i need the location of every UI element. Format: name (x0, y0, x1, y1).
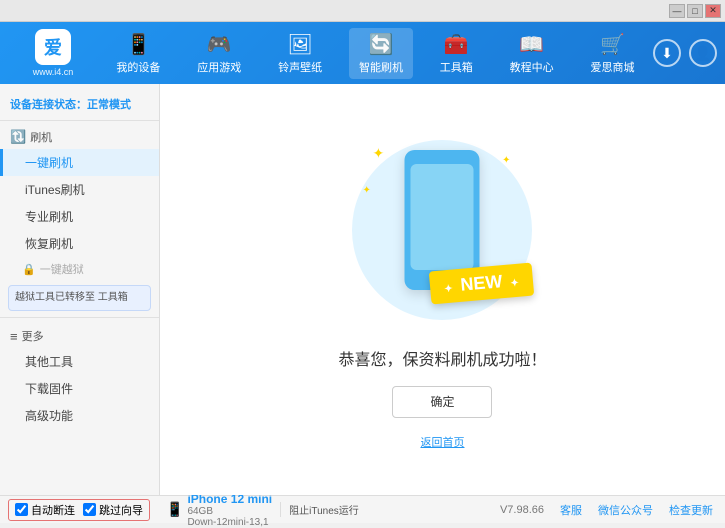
more-section-header: ≡ 更多 (0, 324, 159, 348)
sidebar-item-restore[interactable]: 恢复刷机 (0, 230, 159, 257)
more-section-label: 更多 (22, 328, 44, 344)
autoclose-label: 自动断连 (31, 502, 75, 518)
nav-wallpaper-label: 铃声壁纸 (278, 59, 322, 75)
window-controls: — □ ✕ (669, 4, 721, 18)
new-badge-text: NEW (459, 271, 503, 295)
checkupdate-link[interactable]: 检查更新 (669, 502, 713, 518)
logo-site-name: www.i4.cn (33, 67, 74, 77)
nav-mydevice-icon: 📱 (126, 32, 151, 57)
close-button[interactable]: ✕ (705, 4, 721, 18)
wechat-link[interactable]: 微信公众号 (598, 502, 653, 518)
nav-mydevice-label: 我的设备 (116, 59, 160, 75)
more-section-icon: ≡ (10, 329, 18, 344)
nav-wallpaper[interactable]: 🖼 铃声壁纸 (268, 28, 332, 79)
firmware-label: 下载固件 (25, 382, 73, 396)
phone-screen (411, 164, 474, 270)
nav-smartflash-label: 智能刷机 (359, 59, 403, 75)
header: 爱 www.i4.cn 📱 我的设备 🎮 应用游戏 🖼 铃声壁纸 🔄 智能刷机 … (0, 22, 725, 84)
wizard-checkbox[interactable] (83, 503, 96, 516)
connection-status: 设备连接状态：正常模式 (0, 92, 159, 121)
sidebar-jailbreak-grayed: 🔒 一键越狱 (0, 257, 159, 281)
sidebar: 设备连接状态：正常模式 🔃 刷机 一键刷机 iTunes刷机 专业刷机 恢复刷机… (0, 84, 160, 495)
nav-apps-icon: 🎮 (207, 32, 232, 57)
logo-icon: 爱 (35, 29, 71, 65)
support-link[interactable]: 客服 (560, 502, 582, 518)
othertools-label: 其他工具 (25, 355, 73, 369)
restore-label: 恢复刷机 (25, 237, 73, 251)
nav-mall[interactable]: 🛒 爱思商城 (580, 28, 644, 79)
nav-tools-icon: 🧰 (444, 32, 469, 57)
jailbreak-label: 一键越狱 (40, 261, 84, 277)
bottom-bar: 自动断连 跳过向导 📱 iPhone 12 mini 64GB Down-12m… (0, 495, 725, 523)
minimize-button[interactable]: — (669, 4, 685, 18)
nav-apps-label: 应用游戏 (197, 59, 241, 75)
sidebar-item-firmware[interactable]: 下载固件 (0, 375, 159, 402)
flash-section-label: 刷机 (30, 129, 52, 145)
sparkle-2: ✦ (502, 155, 510, 166)
device-info-section: 📱 iPhone 12 mini 64GB Down-12mini-13,1 阻… (158, 496, 488, 523)
success-message: 恭喜您，保资料刷机成功啦！ (338, 346, 546, 370)
flash-section-header: 🔃 刷机 (0, 125, 159, 149)
nav-tutorial[interactable]: 📖 教程中心 (500, 28, 564, 79)
wizard-checkbox-label[interactable]: 跳过向导 (83, 502, 143, 518)
success-area: ✦ ✦ ✦ NEW 恭喜您，保资料刷机成功啦！ 确定 返回首页 (338, 130, 546, 450)
wizard-label: 跳过向导 (99, 502, 143, 518)
nav-tools[interactable]: 🧰 工具箱 (430, 28, 483, 79)
autoclose-checkbox-label[interactable]: 自动断连 (15, 502, 75, 518)
status-value: 正常模式 (87, 99, 131, 111)
status-label: 设备连接状态： (10, 99, 87, 111)
nav-smartflash[interactable]: 🔄 智能刷机 (349, 28, 413, 79)
nav-tutorial-icon: 📖 (519, 32, 544, 57)
sidebar-divider-1 (0, 317, 159, 318)
user-button[interactable]: 👤 (689, 39, 717, 67)
back-to-home-link[interactable]: 返回首页 (420, 434, 464, 450)
confirm-button[interactable]: 确定 (392, 386, 492, 418)
nav-smartflash-icon: 🔄 (369, 32, 394, 57)
bottom-checkboxes-section: 自动断连 跳过向导 (0, 496, 158, 523)
nav-apps[interactable]: 🎮 应用游戏 (187, 28, 251, 79)
professional-label: 专业刷机 (25, 210, 73, 224)
phone-illustration: ✦ ✦ ✦ NEW (342, 130, 542, 330)
nav-mall-icon: 🛒 (600, 32, 625, 57)
sidebar-item-onekey[interactable]: 一键刷机 (0, 149, 159, 176)
nav-tutorial-label: 教程中心 (510, 59, 554, 75)
version-label: V7.98.66 (500, 504, 544, 516)
onekey-label: 一键刷机 (25, 156, 73, 170)
sidebar-item-othertools[interactable]: 其他工具 (0, 348, 159, 375)
bottom-right-section: V7.98.66 客服 微信公众号 检查更新 (488, 496, 725, 523)
device-system: Down-12mini-13,1 (187, 517, 272, 528)
logo-area[interactable]: 爱 www.i4.cn (8, 29, 98, 77)
advanced-label: 高级功能 (25, 409, 73, 423)
itunes-status: 阻止iTunes运行 (280, 502, 359, 517)
nav-tools-label: 工具箱 (440, 59, 473, 75)
lock-icon: 🔒 (22, 263, 36, 276)
title-bar: — □ ✕ (0, 0, 725, 22)
sparkle-3: ✦ (362, 185, 370, 196)
nav-items: 📱 我的设备 🎮 应用游戏 🖼 铃声壁纸 🔄 智能刷机 🧰 工具箱 📖 教程中心… (98, 28, 653, 79)
sidebar-item-professional[interactable]: 专业刷机 (0, 203, 159, 230)
sidebar-item-advanced[interactable]: 高级功能 (0, 402, 159, 429)
sidebar-item-itunes[interactable]: iTunes刷机 (0, 176, 159, 203)
content-area: ✦ ✦ ✦ NEW 恭喜您，保资料刷机成功啦！ 确定 返回首页 (160, 84, 725, 495)
nav-mall-label: 爱思商城 (590, 59, 634, 75)
checkbox-group: 自动断连 跳过向导 (8, 499, 150, 521)
device-phone-icon: 📱 (166, 501, 183, 518)
device-storage: 64GB (187, 506, 272, 517)
download-button[interactable]: ⬇ (653, 39, 681, 67)
confirm-btn-label: 确定 (430, 393, 454, 410)
device-details-wrap: iPhone 12 mini 64GB Down-12mini-13,1 (187, 492, 272, 528)
itunes-label: iTunes刷机 (25, 183, 85, 197)
main-layout: 设备连接状态：正常模式 🔃 刷机 一键刷机 iTunes刷机 专业刷机 恢复刷机… (0, 84, 725, 495)
sparkle-1: ✦ (372, 145, 384, 162)
flash-section-icon: 🔃 (10, 129, 26, 145)
maximize-button[interactable]: □ (687, 4, 703, 18)
nav-wallpaper-icon: 🖼 (287, 32, 312, 57)
nav-mydevice[interactable]: 📱 我的设备 (106, 28, 170, 79)
autoclose-checkbox[interactable] (15, 503, 28, 516)
sidebar-info-box: 越狱工具已转移至 工具箱 (8, 285, 151, 311)
nav-right: ⬇ 👤 (653, 39, 717, 67)
